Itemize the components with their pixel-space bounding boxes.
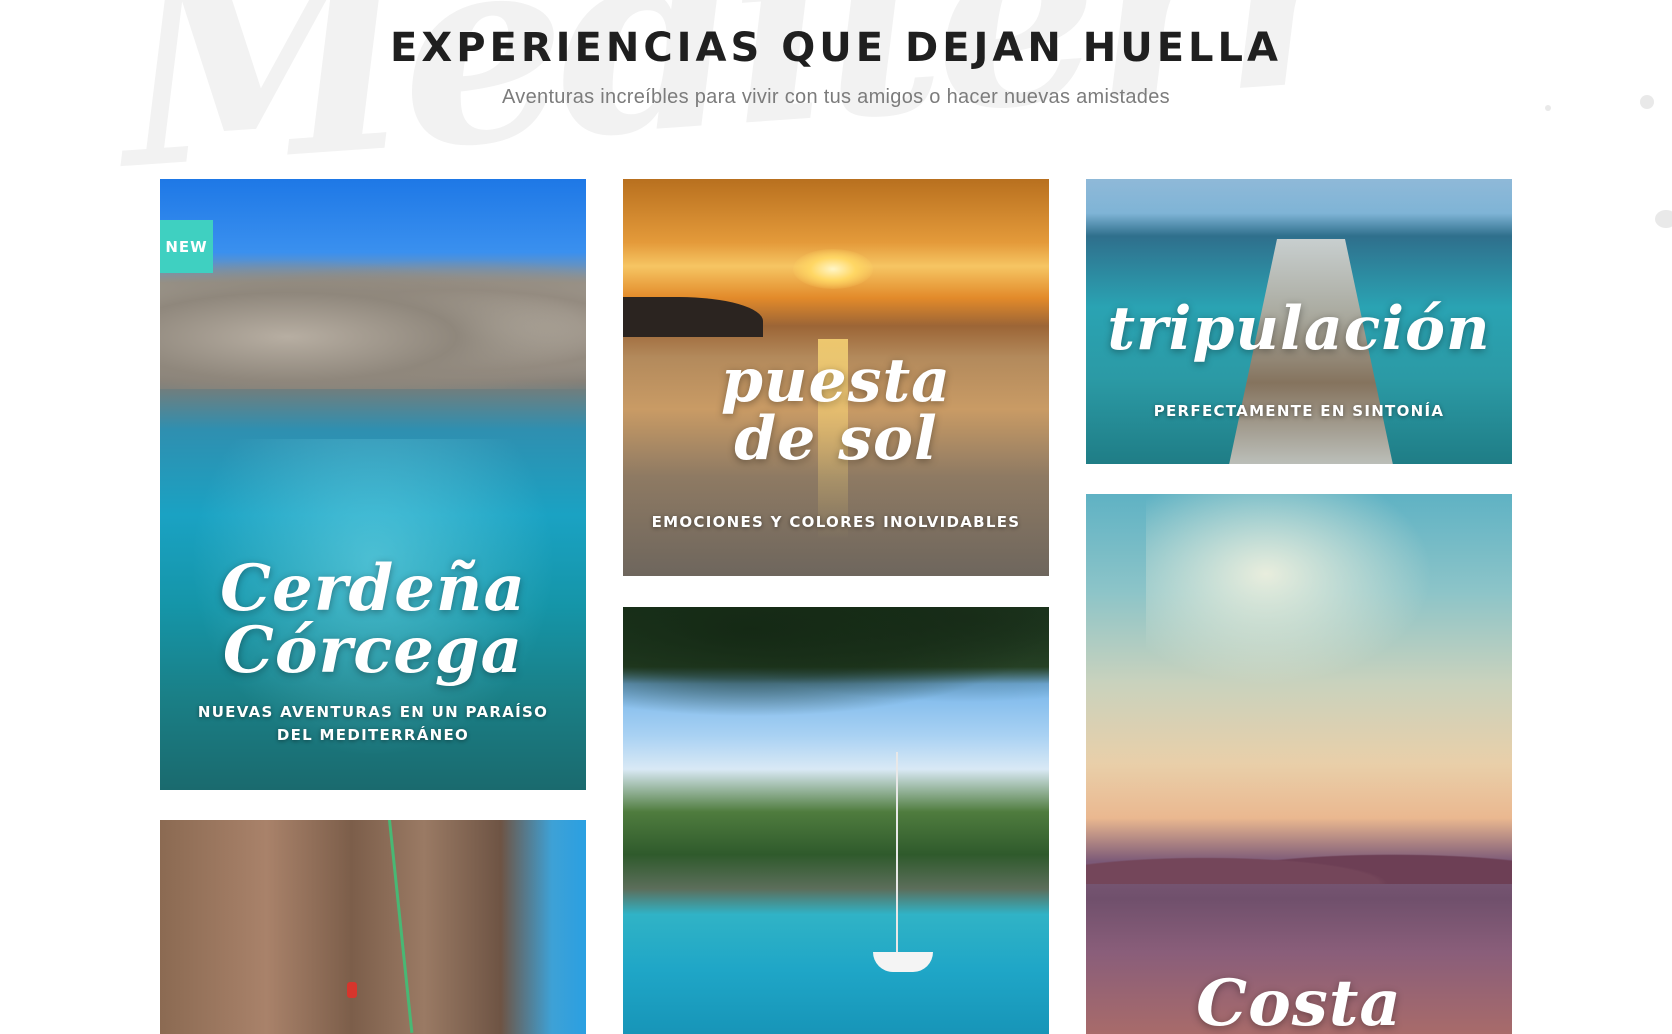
card-caption: EMOCIONES Y COLORES INOLVIDABLES	[651, 513, 1021, 531]
card-photo-climber	[347, 982, 357, 998]
ink-splatter	[1655, 210, 1672, 228]
page: Mediterr EXPERIENCIAS QUE DEJAN HUELLA A…	[0, 0, 1672, 1034]
card-script-title-line-2: de sol	[734, 404, 938, 474]
card-script-title-line-1: Cerdeña	[220, 551, 526, 626]
card-photo-pine-branches	[623, 607, 1049, 717]
section-title: EXPERIENCIAS QUE DEJAN HUELLA	[390, 25, 1282, 71]
experience-card-costa[interactable]: Costa	[1086, 494, 1512, 1034]
card-photo-sun	[793, 249, 873, 289]
card-script-title: tripulación	[1107, 294, 1491, 364]
card-photo-climbing-rope	[388, 820, 414, 1033]
experience-card-puesta-de-sol[interactable]: puesta de sol EMOCIONES Y COLORES INOLVI…	[623, 179, 1049, 576]
card-photo-islands	[1086, 839, 1512, 884]
new-badge: NEW	[160, 220, 213, 273]
experience-card-cala-velero[interactable]	[623, 607, 1049, 1034]
card-photo-island	[623, 297, 763, 337]
card-photo-rocks	[160, 259, 586, 389]
experience-card-tripulacion[interactable]: tripulación PERFECTAMENTE EN SINTONÍA	[1086, 179, 1512, 464]
card-caption: PERFECTAMENTE EN SINTONÍA	[1153, 402, 1445, 420]
card-script-title: Costa	[1196, 966, 1402, 1034]
card-script-title-line-2: Córcega	[222, 613, 524, 688]
experience-card-escalada[interactable]	[160, 820, 586, 1034]
card-script-title-line-1: puesta	[720, 346, 952, 416]
card-photo-sailboat-mast	[896, 752, 898, 957]
section-header: EXPERIENCIAS QUE DEJAN HUELLA Aventuras …	[0, 20, 1672, 109]
card-caption: NUEVAS AVENTURAS EN UN PARAÍSO DEL MEDIT…	[197, 703, 549, 744]
card-photo-clouds	[1146, 494, 1446, 694]
card-photo-sailboat-hull	[873, 952, 933, 972]
section-subtitle: Aventuras increíbles para vivir con tus …	[502, 86, 1170, 108]
experience-card-cerdena-corcega[interactable]: NEW Cerdeña Córcega NUEVAS AVENTURAS EN …	[160, 179, 586, 790]
